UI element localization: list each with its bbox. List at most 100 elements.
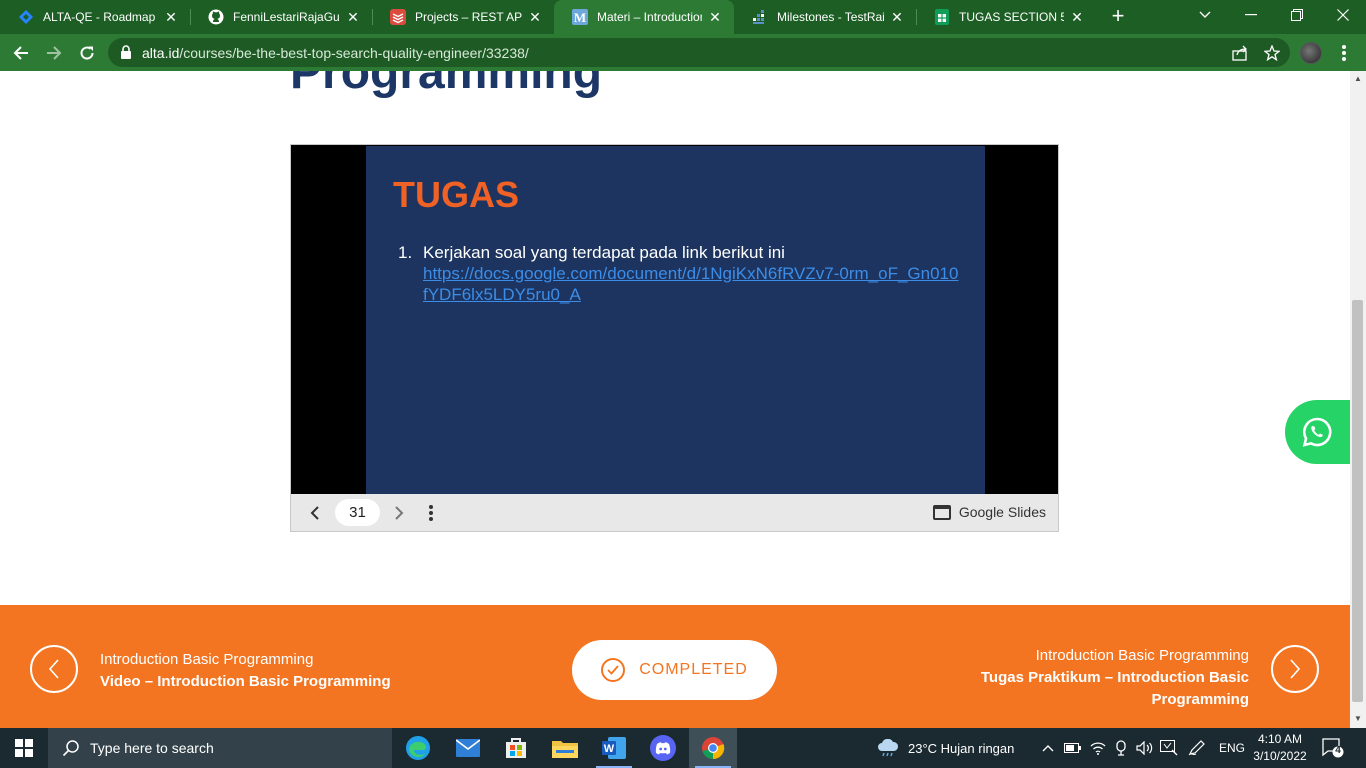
course-page: Programming TUGAS 1. Kerjakan soal yang … [0, 71, 1350, 728]
previous-lesson-button[interactable] [30, 645, 78, 693]
close-icon[interactable]: ✕ [162, 8, 180, 26]
profile-avatar[interactable] [1300, 42, 1322, 64]
more-options-icon[interactable] [420, 502, 442, 524]
lock-icon[interactable] [120, 45, 132, 64]
minimize-button[interactable] [1228, 0, 1274, 30]
slides-icon [932, 504, 951, 520]
list-number: 1. [398, 243, 413, 262]
clock-date: 3/10/2022 [1253, 749, 1307, 763]
tab-title: FenniLestariRajaGukGu [233, 10, 340, 24]
previous-lesson-label: Introduction Basic Programming [100, 651, 314, 668]
todoist-icon [390, 9, 406, 25]
back-button[interactable] [8, 40, 34, 66]
next-lesson-link[interactable]: Introduction Basic Programming Tugas Pra… [949, 645, 1249, 711]
url-path: /courses/be-the-best-top-search-quality-… [179, 45, 529, 61]
scroll-down-icon[interactable]: ▼ [1350, 712, 1366, 726]
tab-title: Projects – REST API Re [415, 10, 522, 24]
close-icon[interactable]: ✕ [526, 8, 544, 26]
browser-menu-icon[interactable] [1334, 42, 1354, 64]
close-window-button[interactable] [1320, 0, 1366, 30]
edge-app[interactable] [394, 728, 442, 768]
close-icon[interactable]: ✕ [1068, 8, 1086, 26]
next-slide-button[interactable] [388, 502, 410, 524]
next-lesson-label: Introduction Basic Programming [1035, 647, 1249, 664]
folder-icon [552, 741, 578, 758]
ime-icon[interactable] [1160, 728, 1178, 768]
word-app[interactable]: W [590, 728, 638, 768]
url-text: alta.id/courses/be-the-best-top-search-q… [142, 45, 529, 61]
rain-cloud-icon [878, 739, 899, 757]
slide-title: TUGAS [393, 174, 519, 215]
store-app[interactable] [492, 728, 540, 768]
address-bar[interactable]: alta.id/courses/be-the-best-top-search-q… [108, 38, 1290, 67]
previous-slide-button[interactable] [304, 502, 326, 524]
tab-sheets[interactable]: TUGAS SECTION 5.xlsx ✕ [916, 0, 1096, 34]
pen-icon[interactable] [1188, 728, 1206, 768]
discord-icon [650, 735, 676, 761]
share-icon[interactable] [1230, 43, 1250, 63]
windows-start-button[interactable] [0, 728, 48, 768]
taskbar-search-box[interactable]: Type here to search [48, 728, 392, 768]
list-item-text: Kerjakan soal yang terdapat pada link be… [423, 243, 785, 262]
slide-number[interactable]: 31 [335, 499, 380, 526]
tab-title: ALTA-QE - Roadmap - [43, 10, 158, 24]
next-lesson-button[interactable] [1271, 645, 1319, 693]
clock-time: 4:10 AM [1257, 732, 1303, 746]
forward-button[interactable] [41, 40, 67, 66]
svg-text:W: W [604, 743, 615, 755]
jira-icon [18, 9, 34, 25]
close-icon[interactable]: ✕ [888, 8, 906, 26]
tab-materi[interactable]: M Materi – Introduction ✕ [554, 0, 734, 34]
mail-app[interactable] [444, 728, 492, 768]
tab-search-icon[interactable] [1182, 0, 1228, 30]
lesson-navigation: Introduction Basic Programming Video – I… [0, 605, 1350, 728]
search-icon [62, 740, 79, 757]
github-icon [208, 9, 224, 25]
slides-brand-label: Google Slides [958, 504, 1046, 520]
whatsapp-icon [1302, 417, 1332, 447]
show-hidden-icons-button[interactable] [1042, 728, 1054, 768]
previous-lesson-link[interactable]: Introduction Basic Programming Video – I… [100, 649, 391, 693]
scrollbar-thumb[interactable] [1352, 300, 1363, 702]
meet-now-icon[interactable] [1114, 728, 1128, 768]
browser-toolbar: alta.id/courses/be-the-best-top-search-q… [0, 34, 1366, 71]
discord-app[interactable] [639, 728, 687, 768]
browser-tab-strip: ALTA-QE - Roadmap - ✕ FenniLestariRajaGu… [0, 0, 1366, 34]
tab-roadmap[interactable]: ALTA-QE - Roadmap - ✕ [0, 0, 190, 34]
whatsapp-button[interactable] [1285, 400, 1350, 464]
close-icon[interactable]: ✕ [706, 8, 724, 26]
slides-embed[interactable]: TUGAS 1. Kerjakan soal yang terdapat pad… [290, 144, 1059, 532]
sheets-icon [934, 9, 950, 25]
clock[interactable]: 4:10 AM 3/10/2022 [1250, 731, 1310, 765]
new-tab-button[interactable]: + [1106, 5, 1130, 29]
restore-button[interactable] [1274, 0, 1320, 30]
chrome-app[interactable] [689, 728, 737, 768]
battery-icon[interactable] [1064, 728, 1082, 768]
completed-label: COMPLETED [639, 661, 748, 678]
tab-testrail[interactable]: Milestones - TestRail ✕ [734, 0, 916, 34]
google-slides-link[interactable]: Google Slides [932, 504, 1046, 520]
tab-todoist[interactable]: Projects – REST API Re ✕ [372, 0, 554, 34]
store-icon [506, 738, 526, 758]
document-link[interactable]: https://docs.google.com/document/d/1NgiK… [423, 263, 963, 305]
tab-title: Milestones - TestRail [777, 10, 884, 24]
slides-control-bar: 31 Google Slides [291, 494, 1058, 531]
language-indicator[interactable]: ENG [1219, 728, 1245, 768]
tab-title: TUGAS SECTION 5.xlsx [959, 10, 1064, 24]
completed-button[interactable]: COMPLETED [572, 640, 777, 700]
volume-icon[interactable] [1136, 728, 1154, 768]
notification-center-icon[interactable]: 4 [1322, 738, 1344, 758]
scroll-up-icon[interactable]: ▲ [1350, 72, 1366, 86]
previous-lesson-title: Video – Introduction Basic Programming [100, 673, 391, 690]
reload-button[interactable] [74, 40, 100, 66]
bookmark-star-icon[interactable] [1262, 43, 1282, 63]
tab-github[interactable]: FenniLestariRajaGukGu ✕ [190, 0, 372, 34]
weather-widget[interactable]: 23°C Hujan ringan [876, 728, 1014, 768]
slide-canvas: TUGAS 1. Kerjakan soal yang terdapat pad… [366, 146, 985, 494]
mail-icon [456, 739, 480, 757]
file-explorer-app[interactable] [541, 728, 589, 768]
wifi-icon[interactable] [1090, 728, 1106, 768]
svg-text:M: M [574, 10, 586, 25]
close-icon[interactable]: ✕ [344, 8, 362, 26]
chrome-icon [702, 737, 725, 760]
